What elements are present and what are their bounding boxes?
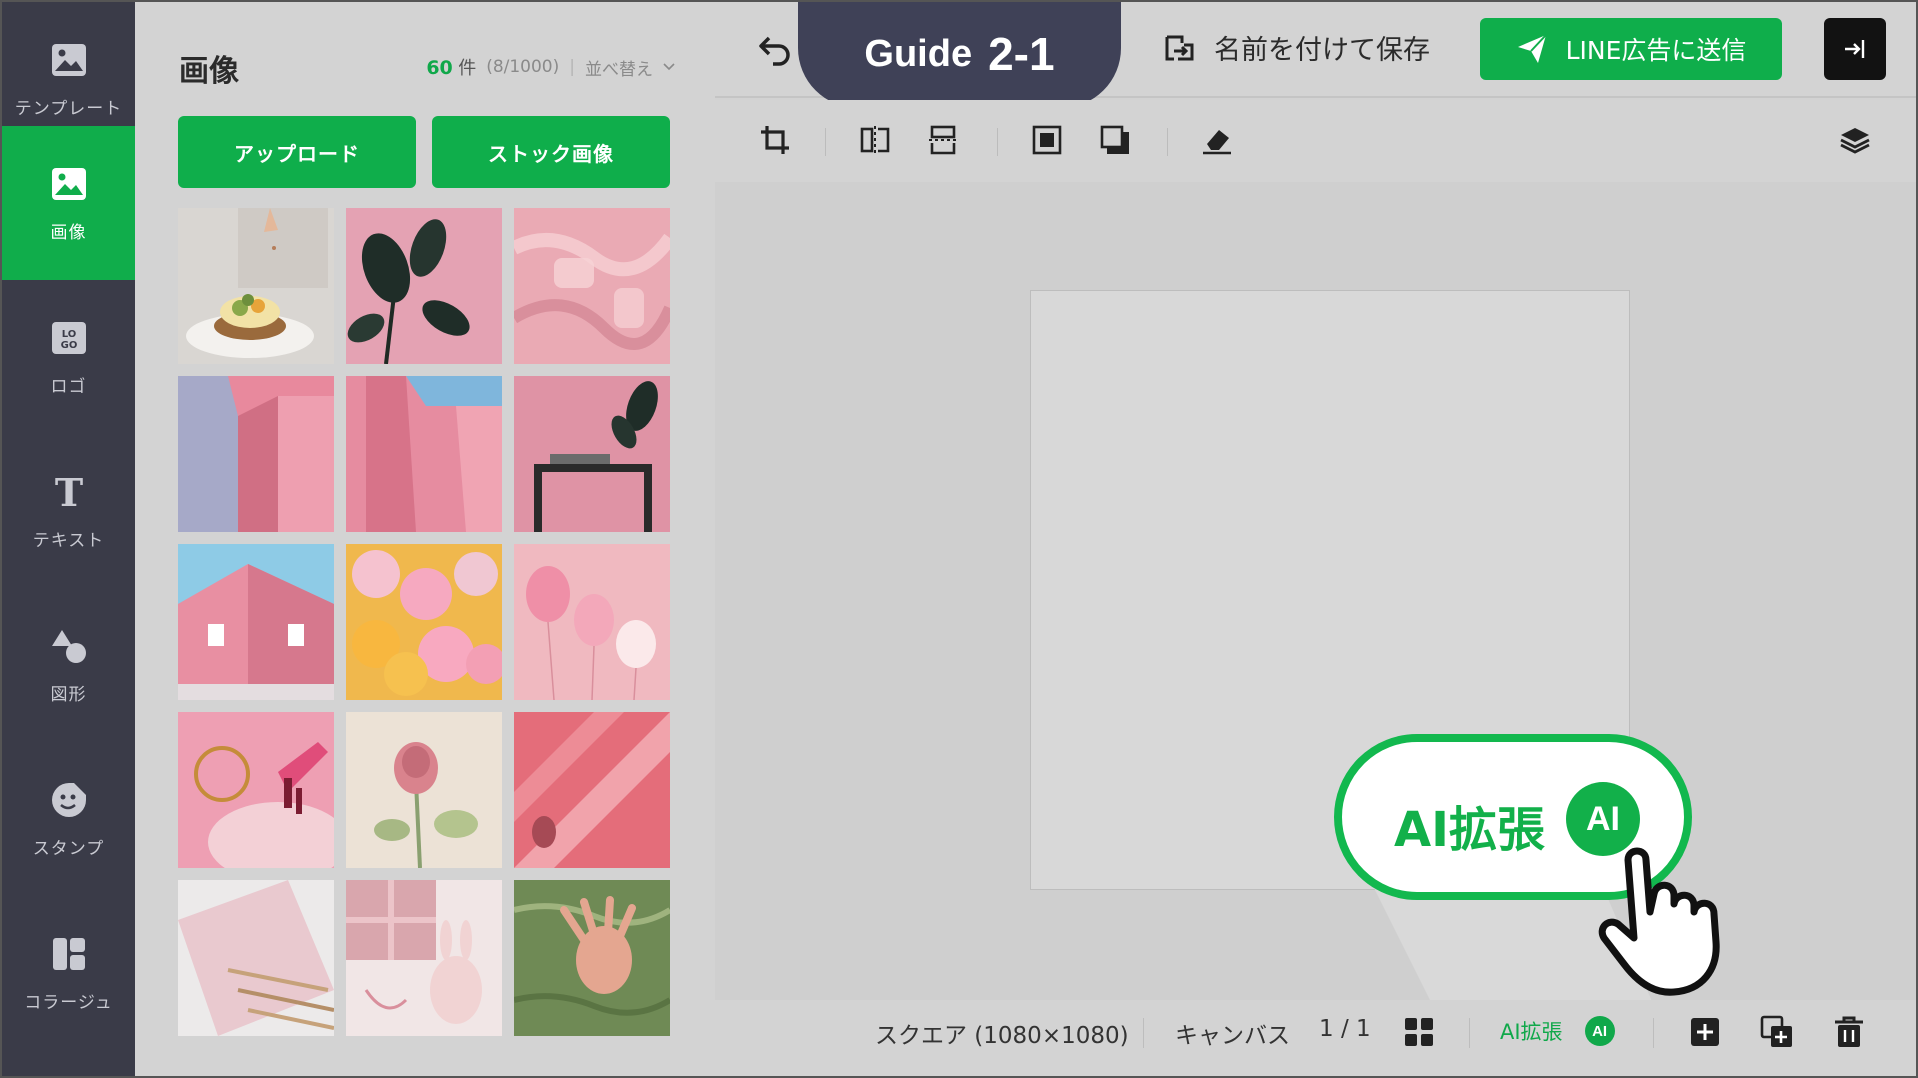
- pointing-hand-icon: [1598, 847, 1720, 996]
- left-rail: テンプレート 画像 LO GO ロゴ T テキスト 図形 スタンプ コラージュ: [2, 2, 135, 1076]
- sidebar-item-label: コラージュ: [24, 992, 113, 1013]
- sidebar-item-label: テンプレート: [14, 98, 123, 119]
- thumbnail-pink-accessories-photo[interactable]: [178, 712, 334, 868]
- image-template-icon: [49, 40, 89, 80]
- add-page-icon[interactable]: [1687, 1014, 1723, 1050]
- svg-text:T: T: [54, 474, 82, 510]
- layers-icon[interactable]: [1835, 120, 1875, 160]
- guide-number: 2-1: [988, 28, 1055, 80]
- exit-icon: [1845, 40, 1865, 58]
- guide-tab: Guide 2-1: [798, 0, 1121, 108]
- sort-label: 並べ替え: [585, 59, 653, 80]
- edit-toolbar: [715, 100, 1916, 182]
- grid-view-icon[interactable]: [1401, 1014, 1437, 1050]
- undo-icon[interactable]: [755, 30, 795, 70]
- sidebar-item-shapes[interactable]: 図形: [2, 588, 135, 742]
- flip-horizontal-icon[interactable]: [855, 120, 895, 160]
- thumbnail-pink-fabric-photo[interactable]: [514, 208, 670, 364]
- delete-page-icon[interactable]: [1831, 1014, 1867, 1050]
- shadow-icon[interactable]: [1095, 120, 1135, 160]
- thumbnail-hand-in-water-photo[interactable]: [514, 880, 670, 1036]
- thumbnail-rose-photo[interactable]: [346, 712, 502, 868]
- thumbnail-pink-wall-photo[interactable]: [178, 376, 334, 532]
- flip-vertical-icon[interactable]: [923, 120, 963, 160]
- text-icon: T: [49, 472, 89, 512]
- thumbnail-gift-bunny-photo[interactable]: [346, 880, 502, 1036]
- ai-expand-label: AI拡張: [1500, 1020, 1563, 1044]
- sidebar-item-label: スタンプ: [32, 838, 105, 859]
- save-as-label: 名前を付けて保存: [1214, 35, 1430, 66]
- guide-label: Guide: [864, 32, 973, 75]
- image-count: 60: [426, 57, 453, 79]
- bottom-bar: スクエア (1080×1080) キャンバス 1 / 1 AI拡張 AI: [715, 1000, 1916, 1076]
- usage-count: (8/1000): [486, 57, 560, 77]
- image-count-unit: 件: [458, 58, 477, 79]
- thumbnail-food-photo[interactable]: [178, 208, 334, 364]
- ai-badge-small-icon: AI: [1584, 1016, 1615, 1046]
- sidebar-item-label: ロゴ: [50, 376, 87, 397]
- image-panel: 画像 60 件 (8/1000) | 並べ替え アップロード ストック画像: [135, 2, 715, 1076]
- eraser-icon[interactable]: [1197, 120, 1237, 160]
- send-icon: [1517, 34, 1547, 63]
- fit-frame-icon[interactable]: [1027, 120, 1067, 160]
- logo-icon: LO GO: [49, 318, 89, 358]
- chevron-down-icon: [663, 63, 675, 71]
- panel-meta: 60 件 (8/1000) | 並べ替え: [426, 54, 675, 80]
- canvas-size-label[interactable]: スクエア (1080×1080): [875, 1016, 1129, 1050]
- svg-text:LO: LO: [61, 329, 76, 340]
- sidebar-item-text[interactable]: T テキスト: [2, 434, 135, 588]
- thumbnail-pink-house-photo[interactable]: [178, 544, 334, 700]
- sticker-icon: [49, 780, 89, 820]
- upload-button[interactable]: アップロード: [178, 116, 416, 188]
- image-icon: [49, 164, 89, 204]
- callout-label: AI拡張: [1394, 802, 1546, 858]
- sidebar-item-collage[interactable]: コラージュ: [2, 896, 135, 1050]
- thumbnail-plant-photo[interactable]: [346, 208, 502, 364]
- sidebar-item-label: テキスト: [32, 530, 105, 551]
- sidebar-item-sticker[interactable]: スタンプ: [2, 742, 135, 896]
- duplicate-page-icon[interactable]: [1759, 1014, 1795, 1050]
- thumbnail-pink-stripe-photo[interactable]: [514, 712, 670, 868]
- canvas-label: キャンバス: [1175, 1023, 1290, 1049]
- collage-icon: [49, 934, 89, 974]
- sidebar-item-logo[interactable]: LO GO ロゴ: [2, 280, 135, 434]
- send-label: LINE広告に送信: [1565, 36, 1747, 65]
- ai-expand-button[interactable]: AI拡張 AI: [1500, 1016, 1615, 1046]
- stock-image-button[interactable]: ストック画像: [432, 116, 670, 188]
- thumbnail-smiley-balloons-photo[interactable]: [346, 544, 502, 700]
- thumbnail-notebook-photo[interactable]: [178, 880, 334, 1036]
- divider: |: [569, 57, 575, 77]
- thumbnail-pink-building-sky-photo[interactable]: [346, 376, 502, 532]
- svg-text:GO: GO: [60, 340, 77, 351]
- save-as-button[interactable]: 名前を付けて保存: [1162, 28, 1430, 67]
- thumbnail-pink-balloons-photo[interactable]: [514, 544, 670, 700]
- sidebar-item-image[interactable]: 画像: [2, 126, 135, 280]
- panel-title: 画像: [179, 54, 239, 89]
- sidebar-item-label: 画像: [50, 222, 87, 243]
- exit-button[interactable]: [1824, 18, 1886, 80]
- page-indicator: 1 / 1: [1319, 1016, 1371, 1042]
- sort-dropdown[interactable]: 並べ替え: [585, 55, 675, 80]
- crop-icon[interactable]: [755, 120, 795, 160]
- send-to-line-ads-button[interactable]: LINE広告に送信: [1480, 18, 1782, 80]
- sidebar-item-label: 図形: [50, 684, 87, 705]
- shapes-icon: [49, 626, 89, 666]
- thumbnail-plant-shelf-photo[interactable]: [514, 376, 670, 532]
- save-as-icon: [1165, 35, 1194, 60]
